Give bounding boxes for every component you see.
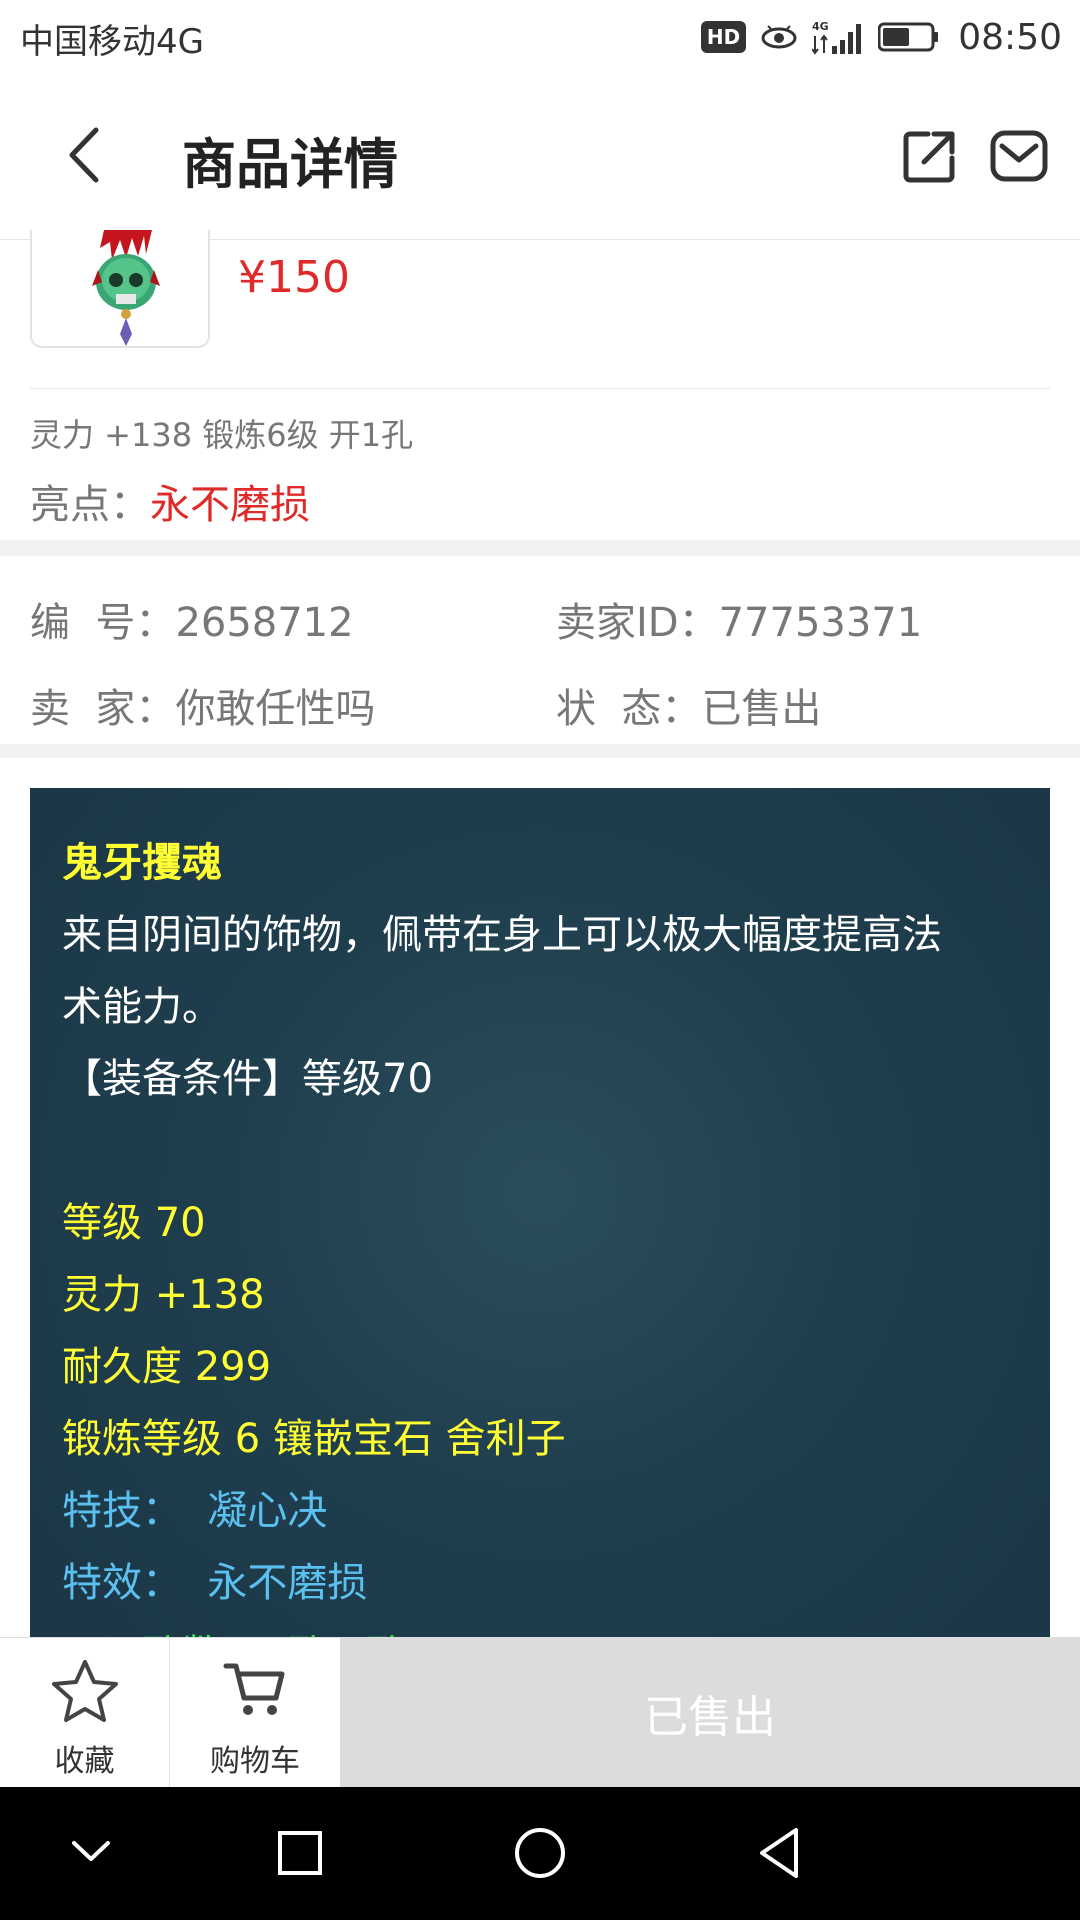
seller-id-label: 卖家ID：	[556, 600, 719, 646]
carrier-text: 中国移动4G	[20, 22, 204, 62]
signal-4g-icon: 4G	[812, 20, 862, 55]
page: 中国移动4G HD 4G 08:50 商品详情 ¥150 灵力 +138 锻炼6…	[0, 0, 1080, 1920]
section-gap	[0, 540, 1080, 556]
back-arrow-icon[interactable]	[58, 122, 118, 188]
app-header: 商品详情	[0, 76, 1080, 240]
cart-icon	[223, 1663, 285, 1715]
status-bar: 中国移动4G HD 4G 08:50	[0, 0, 1080, 76]
system-nav-bar	[0, 1787, 1080, 1920]
description-line: 术能力。	[62, 984, 222, 1030]
forge-text: 锻炼等级 6 镶嵌宝石 舍利子	[62, 1416, 566, 1462]
state-label: 状 态：	[556, 686, 702, 732]
favorite-button[interactable]: 收藏	[0, 1638, 170, 1788]
seller-value: 你敢任性吗	[175, 686, 376, 732]
recent-apps-icon[interactable]	[276, 1825, 324, 1881]
hd-icon: HD	[700, 21, 747, 53]
star-icon	[51, 1660, 118, 1722]
share-icon[interactable]	[902, 128, 958, 184]
highlight-label: 亮点：	[30, 482, 150, 528]
hide-nav-icon[interactable]	[68, 1825, 114, 1881]
eye-comfort-icon	[761, 25, 797, 49]
item-thumbnail[interactable]	[30, 230, 210, 348]
battery-icon	[878, 22, 939, 52]
section-gap	[0, 744, 1080, 758]
back-nav-icon[interactable]	[754, 1825, 804, 1881]
seller-id-value: 77753371	[718, 600, 923, 646]
durability-text: 耐久度 299	[62, 1344, 272, 1390]
skull-ornament-image	[92, 230, 160, 346]
favorite-label: 收藏	[54, 1744, 115, 1779]
requirement-text: 【装备条件】等级70	[62, 1056, 433, 1102]
item-name: 鬼牙攫魂	[62, 840, 222, 886]
page-title: 商品详情	[182, 133, 398, 196]
bottom-action-bar: 收藏 购物车 已售出	[0, 1637, 1080, 1788]
skill-text: 特技： 凝心决	[62, 1488, 328, 1534]
description-line: 来自阴间的饰物，佩带在身上可以极大幅度提高法	[62, 912, 942, 958]
seller-row: 卖 家：你敢任性吗	[30, 676, 375, 734]
cart-button[interactable]: 购物车	[170, 1638, 340, 1788]
item-number-value: 2658712	[175, 600, 354, 646]
attributes-summary: 灵力 +138 锻炼6级 开1孔	[30, 416, 414, 454]
seller-id-row: 卖家ID：77753371	[556, 590, 922, 648]
price-text: ¥150	[238, 252, 350, 303]
highlight-value: 永不磨损	[150, 482, 310, 528]
item-number-label: 编 号：	[30, 600, 176, 646]
level-text: 等级 70	[62, 1200, 206, 1246]
cart-label: 购物车	[210, 1744, 300, 1779]
status-icons: HD 4G 08:50	[700, 12, 1062, 62]
effect-text: 特效： 永不磨损	[62, 1560, 368, 1606]
message-icon[interactable]	[990, 130, 1048, 182]
svg-text:4G: 4G	[812, 20, 829, 33]
highlight-row: 亮点：永不磨损	[30, 472, 310, 530]
divider	[30, 388, 1050, 389]
sold-out-button[interactable]: 已售出	[340, 1638, 1080, 1788]
state-row: 状 态：已售出	[556, 676, 821, 734]
seller-label: 卖 家：	[30, 686, 176, 732]
product-summary: ¥150 灵力 +138 锻炼6级 开1孔 亮点：永不磨损	[0, 230, 1080, 540]
state-value: 已售出	[701, 686, 822, 732]
home-icon[interactable]	[512, 1825, 568, 1881]
item-number-row: 编 号：2658712	[30, 590, 354, 648]
clock-text: 08:50	[958, 16, 1062, 58]
item-description-panel: 鬼牙攫魂 来自阴间的饰物，佩带在身上可以极大幅度提高法 术能力。 【装备条件】等…	[30, 788, 1050, 1688]
spirit-text: 灵力 +138	[62, 1272, 265, 1318]
trade-info: 编 号：2658712 卖家ID：77753371 卖 家：你敢任性吗 状 态：…	[0, 556, 1080, 744]
